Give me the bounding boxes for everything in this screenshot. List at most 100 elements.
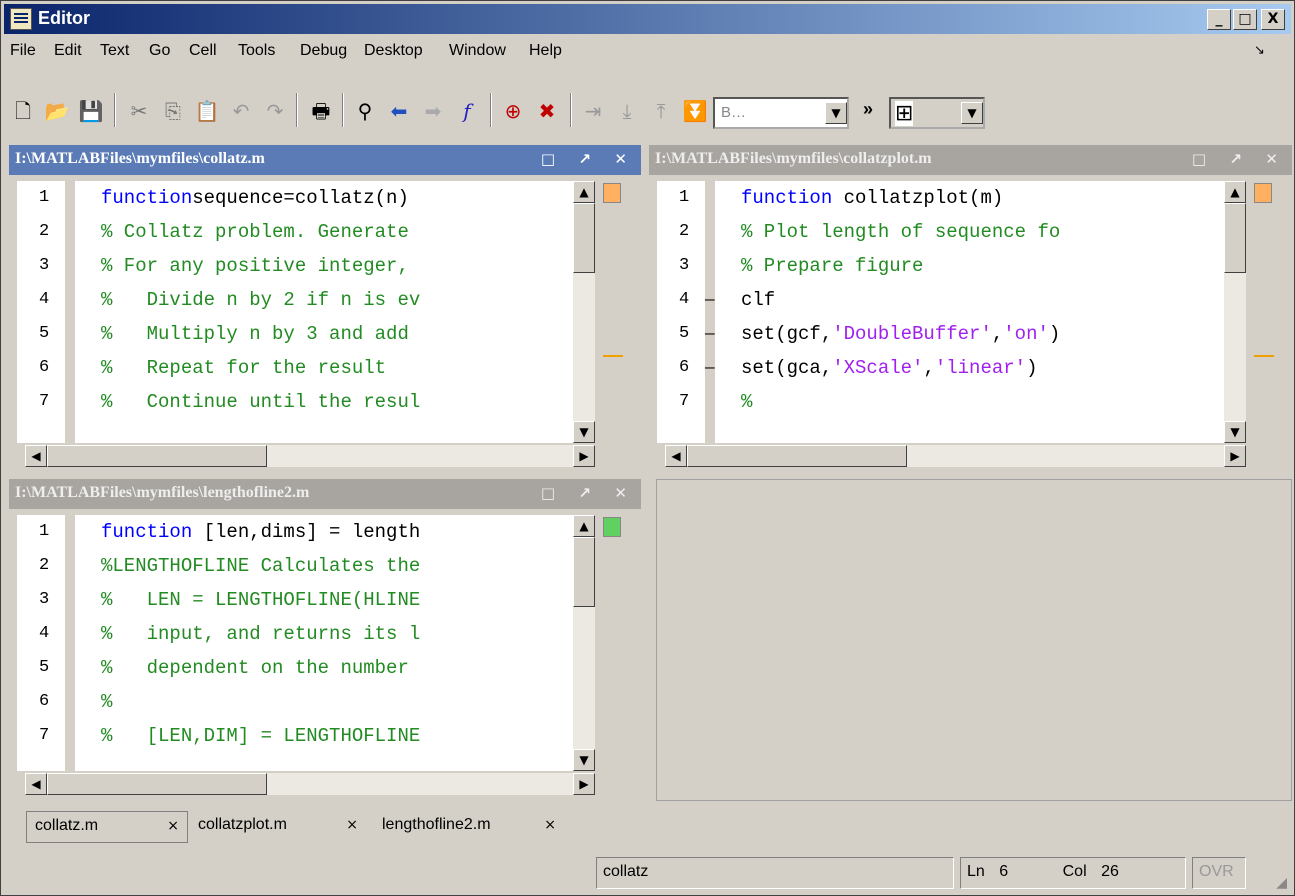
breakpoint-dash[interactable]: — bbox=[705, 283, 715, 317]
scroll-thumb[interactable] bbox=[47, 445, 267, 467]
clear-breakpoints-icon[interactable]: ✖ bbox=[532, 95, 562, 127]
save-icon[interactable]: 💾 bbox=[76, 95, 106, 127]
horizontal-scrollbar[interactable]: ◀ ▶ bbox=[25, 445, 595, 467]
line-number-gutter[interactable]: 1 2 3 4 5 6 7 bbox=[17, 181, 65, 443]
warning-marker[interactable] bbox=[603, 355, 623, 357]
code-line[interactable]: set(gcf,'DoubleBuffer','on') bbox=[715, 317, 1224, 351]
code-line[interactable]: functionsequence=collatz(n) bbox=[75, 181, 573, 215]
menu-debug[interactable]: Debug bbox=[300, 42, 347, 60]
code-line[interactable]: % For any positive integer, bbox=[75, 249, 573, 283]
tab-lengthofline2[interactable]: lengthofline2.m × bbox=[374, 811, 564, 843]
scroll-left-icon[interactable]: ◀ bbox=[25, 445, 47, 467]
scroll-down-icon[interactable]: ▼ bbox=[573, 749, 595, 771]
menu-go[interactable]: Go bbox=[149, 42, 170, 60]
scroll-thumb[interactable] bbox=[573, 537, 595, 607]
find-icon[interactable]: ⚲ bbox=[350, 95, 380, 127]
scroll-thumb[interactable] bbox=[1224, 203, 1246, 273]
chevron-down-icon[interactable]: ▼ bbox=[961, 102, 983, 124]
code-line[interactable]: % bbox=[75, 685, 573, 719]
menu-text[interactable]: Text bbox=[100, 42, 129, 60]
scroll-right-icon[interactable]: ▶ bbox=[573, 773, 595, 795]
maximize-pane-icon[interactable]: □ bbox=[541, 484, 555, 502]
code-line[interactable]: clf bbox=[715, 283, 1224, 317]
code-line[interactable]: % Multiply n by 3 and add bbox=[75, 317, 573, 351]
horizontal-scrollbar[interactable]: ◀ ▶ bbox=[25, 773, 595, 795]
scroll-left-icon[interactable]: ◀ bbox=[665, 445, 687, 467]
code-line[interactable]: % input, and returns its l bbox=[75, 617, 573, 651]
code-line[interactable]: % Prepare figure bbox=[715, 249, 1224, 283]
menu-desktop[interactable]: Desktop bbox=[364, 42, 423, 60]
copy-icon[interactable]: ⎘ bbox=[158, 95, 188, 127]
close-pane-icon[interactable]: ✕ bbox=[1265, 150, 1278, 168]
scroll-right-icon[interactable]: ▶ bbox=[1224, 445, 1246, 467]
code-analyzer-status-icon[interactable] bbox=[603, 517, 621, 537]
menu-tools[interactable]: Tools bbox=[238, 42, 275, 60]
menu-file[interactable]: File bbox=[10, 42, 36, 60]
scroll-up-icon[interactable]: ▲ bbox=[1224, 181, 1246, 203]
tab-close-icon[interactable]: × bbox=[544, 817, 556, 833]
code-line[interactable]: % Divide n by 2 if n is ev bbox=[75, 283, 573, 317]
resize-grip-icon[interactable]: ◢ bbox=[1276, 874, 1287, 891]
set-breakpoint-icon[interactable]: ⊕ bbox=[498, 95, 528, 127]
tab-close-icon[interactable]: × bbox=[346, 817, 358, 833]
vertical-scrollbar[interactable]: ▲ ▼ bbox=[573, 515, 595, 771]
code-line[interactable]: %LENGTHOFLINE Calculates the bbox=[75, 549, 573, 583]
menu-edit[interactable]: Edit bbox=[54, 42, 82, 60]
code-analyzer-status-icon[interactable] bbox=[603, 183, 621, 203]
scroll-up-icon[interactable]: ▲ bbox=[573, 515, 595, 537]
function-browser-icon[interactable]: f bbox=[452, 95, 482, 127]
tile-layout-combo[interactable]: ⊞ ▼ bbox=[889, 97, 985, 129]
step-icon[interactable]: ⇥ bbox=[578, 95, 608, 127]
breakpoint-dash[interactable]: — bbox=[705, 351, 715, 385]
code-editor-area[interactable]: functionsequence=collatz(n) % Collatz pro… bbox=[75, 181, 573, 443]
pane-title-bar[interactable]: I:\MATLABFiles\mymfiles\lengthofline2.m … bbox=[9, 479, 641, 509]
scroll-down-icon[interactable]: ▼ bbox=[573, 421, 595, 443]
menu-cell[interactable]: Cell bbox=[189, 42, 217, 60]
tab-close-icon[interactable]: × bbox=[167, 818, 179, 834]
redo-icon[interactable]: ↷ bbox=[260, 95, 290, 127]
title-bar[interactable]: Editor _ □ X bbox=[4, 4, 1291, 34]
close-pane-icon[interactable]: ✕ bbox=[614, 150, 627, 168]
maximize-pane-icon[interactable]: □ bbox=[1192, 150, 1206, 168]
undo-icon[interactable]: ↶ bbox=[226, 95, 256, 127]
undock-pane-icon[interactable]: ↗ bbox=[1229, 150, 1242, 168]
warning-marker[interactable] bbox=[1254, 355, 1274, 357]
code-line[interactable]: % [LEN,DIM] = LENGTHOFLINE bbox=[75, 719, 573, 753]
tab-collatz[interactable]: collatz.m × bbox=[26, 811, 188, 843]
minimize-button[interactable]: _ bbox=[1207, 9, 1231, 30]
vertical-scrollbar[interactable]: ▲ ▼ bbox=[1224, 181, 1246, 443]
code-line[interactable]: % Collatz problem. Generate bbox=[75, 215, 573, 249]
scroll-thumb[interactable] bbox=[687, 445, 907, 467]
undock-pane-icon[interactable]: ↗ bbox=[578, 150, 591, 168]
code-line[interactable]: % Plot length of sequence fo bbox=[715, 215, 1224, 249]
tab-collatzplot[interactable]: collatzplot.m × bbox=[190, 811, 366, 843]
pane-title-bar[interactable]: I:\MATLABFiles\mymfiles\collatz.m □ ↗ ✕ bbox=[9, 145, 641, 175]
breakpoint-dash[interactable]: — bbox=[705, 317, 715, 351]
code-line[interactable]: % Continue until the resul bbox=[75, 385, 573, 419]
close-pane-icon[interactable]: ✕ bbox=[614, 484, 627, 502]
undock-pane-icon[interactable]: ↗ bbox=[578, 484, 591, 502]
pane-title-bar[interactable]: I:\MATLABFiles\mymfiles\collatzplot.m □ … bbox=[649, 145, 1292, 175]
code-line[interactable]: set(gca,'XScale','linear') bbox=[715, 351, 1224, 385]
scroll-thumb[interactable] bbox=[47, 773, 267, 795]
code-line[interactable]: function [len,dims] = length bbox=[75, 515, 573, 549]
scroll-left-icon[interactable]: ◀ bbox=[25, 773, 47, 795]
maximize-pane-icon[interactable]: □ bbox=[541, 150, 555, 168]
code-line[interactable]: % dependent on the number bbox=[75, 651, 573, 685]
paste-icon[interactable]: 📋 bbox=[192, 95, 222, 127]
cut-icon[interactable]: ✂ bbox=[124, 95, 154, 127]
code-analyzer-status-icon[interactable] bbox=[1254, 183, 1272, 203]
forward-icon[interactable]: ➡ bbox=[418, 95, 448, 127]
stack-combo[interactable]: B… ▼ bbox=[713, 97, 849, 129]
horizontal-scrollbar[interactable]: ◀ ▶ bbox=[665, 445, 1246, 467]
menu-window[interactable]: Window bbox=[449, 42, 506, 60]
code-editor-area[interactable]: function [len,dims] = length %LENGTHOFLIN… bbox=[75, 515, 573, 771]
step-in-icon[interactable]: ⤓ bbox=[612, 95, 642, 127]
new-file-icon[interactable]: 🗋 bbox=[8, 95, 38, 127]
open-file-icon[interactable]: 📂 bbox=[42, 95, 72, 127]
line-number-gutter[interactable]: 1 2 3 4 5 6 7 bbox=[17, 515, 65, 771]
scroll-right-icon[interactable]: ▶ bbox=[573, 445, 595, 467]
toolbar-overflow-button[interactable]: » bbox=[863, 99, 873, 120]
line-number-gutter[interactable]: 1 2 3 4 — 5 — 6 — 7 bbox=[657, 181, 715, 443]
code-editor-area[interactable]: function collatzplot(m) % Plot length of … bbox=[715, 181, 1224, 443]
